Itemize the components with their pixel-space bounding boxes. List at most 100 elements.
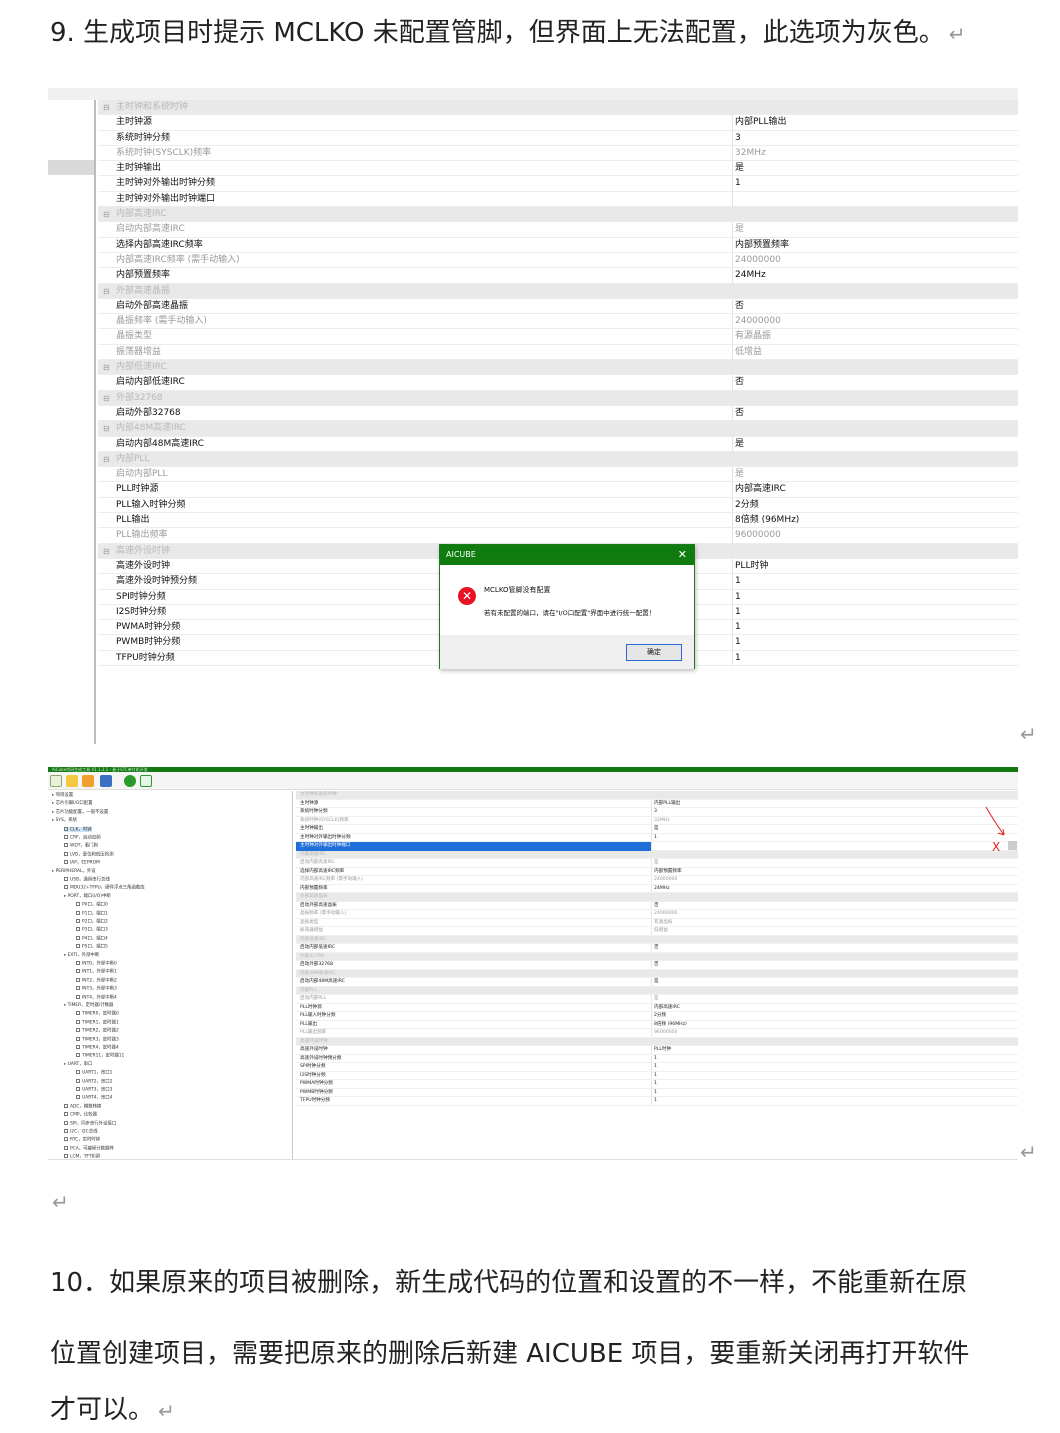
- property-value[interactable]: 2分频: [654, 1012, 666, 1021]
- property-value[interactable]: 2分频: [735, 498, 759, 513]
- tree-item[interactable]: INT1，外部中断1: [76, 969, 117, 975]
- property-value[interactable]: 1: [654, 1063, 657, 1072]
- property-value[interactable]: 1: [735, 635, 741, 650]
- property-value[interactable]: 96000000: [735, 528, 781, 543]
- checkbox[interactable]: [76, 1095, 80, 1100]
- tree-item[interactable]: TIMER2，定时器2: [76, 1028, 119, 1034]
- property-value[interactable]: 有源晶振: [735, 329, 771, 344]
- property-row[interactable]: 内部高速IRC频率 (需手动输入) 24000000: [296, 876, 1018, 885]
- ok-button[interactable]: 确定: [626, 644, 682, 661]
- tree-item[interactable]: INT3，外部中断3: [76, 986, 117, 992]
- property-value[interactable]: 内部高速IRC: [654, 1004, 680, 1013]
- property-value[interactable]: 1: [654, 1055, 657, 1064]
- collapse-icon[interactable]: ⊟: [103, 544, 110, 559]
- property-row[interactable]: 启动内部PLL 是: [296, 995, 1018, 1004]
- tree-item[interactable]: P3口，端口3: [76, 927, 108, 933]
- property-row[interactable]: PLL输出频率 96000000: [98, 528, 1018, 544]
- checkbox[interactable]: [64, 1112, 68, 1117]
- property-value[interactable]: 24000000: [654, 876, 677, 885]
- tree-item[interactable]: UART2，串口2: [76, 1078, 112, 1084]
- property-value[interactable]: 低增益: [735, 345, 762, 360]
- checkbox[interactable]: [64, 1103, 68, 1108]
- property-row[interactable]: 系统时钟(SYSCLK)频率 32MHz: [98, 145, 1018, 162]
- property-row[interactable]: 选择内部高速IRC频率 内部预置频率: [98, 237, 1018, 253]
- tree-item[interactable]: P0口，端口0: [76, 902, 108, 908]
- tree-item[interactable]: ▸ PORT，端口(I/O)中断: [64, 894, 111, 899]
- property-value[interactable]: 1: [735, 651, 741, 666]
- close-icon[interactable]: ✕: [678, 545, 687, 565]
- property-value[interactable]: 内部PLL输出: [735, 115, 786, 130]
- tree-item[interactable]: ▸ 项目设置: [52, 793, 73, 798]
- checkbox[interactable]: [64, 1120, 68, 1125]
- property-value[interactable]: 低增益: [654, 927, 668, 936]
- property-row[interactable]: 选择内部高速IRC频率 内部预置频率: [296, 867, 1018, 877]
- property-row[interactable]: 主时钟对外输出时钟分频 1: [296, 833, 1018, 843]
- checkbox[interactable]: [76, 994, 80, 999]
- checkbox[interactable]: [64, 860, 68, 865]
- checkbox[interactable]: [64, 885, 68, 890]
- checkbox[interactable]: [76, 977, 80, 982]
- property-row[interactable]: 启动外部32768 否: [98, 405, 1018, 422]
- property-value[interactable]: 24000000: [735, 314, 781, 329]
- tree-item[interactable]: ▸ SYS，系统: [52, 818, 77, 823]
- checkbox[interactable]: [76, 1078, 80, 1083]
- property-value[interactable]: 1: [654, 834, 657, 843]
- checkbox[interactable]: [76, 1087, 80, 1091]
- property-value[interactable]: 否: [654, 961, 659, 970]
- property-row[interactable]: 主时钟源 内部PLL输出: [98, 115, 1018, 131]
- tree-item[interactable]: ▸ PERIPHERAL，外设: [52, 869, 96, 874]
- checkbox[interactable]: [64, 835, 68, 839]
- tree-item[interactable]: IAP，EEPROM: [64, 860, 100, 866]
- property-row[interactable]: PWMB时钟分频 1: [296, 1088, 1018, 1097]
- tree-item[interactable]: UART1，串口1: [76, 1070, 112, 1076]
- checkbox[interactable]: [76, 1019, 80, 1024]
- property-row[interactable]: 系统时钟(SYSCLK)频率 32MHz: [296, 816, 1018, 825]
- property-row[interactable]: 启动内部低速IRC 否: [296, 944, 1018, 953]
- property-value[interactable]: 32MHz: [735, 146, 766, 161]
- property-row[interactable]: PLL输出 8倍频 (96MHz): [296, 1020, 1018, 1030]
- collapse-icon[interactable]: ⊟: [103, 284, 110, 299]
- property-row[interactable]: PLL输出 8倍频 (96MHz): [98, 513, 1018, 529]
- property-row[interactable]: 晶振频率 (需手动输入) 24000000: [98, 314, 1018, 330]
- tree-item[interactable]: TIMER1，定时器1: [76, 1019, 119, 1025]
- property-row[interactable]: 启动外部高速晶振 否: [98, 298, 1018, 315]
- property-value[interactable]: PLL时钟: [735, 559, 768, 574]
- property-value[interactable]: 24MHz: [654, 885, 670, 894]
- tree-item[interactable]: P4口，端口4: [76, 935, 108, 941]
- tree-item[interactable]: ▸ 芯片引脚I/O口配置: [52, 801, 93, 806]
- property-row[interactable]: PLL输入时钟分频 2分频: [296, 1012, 1018, 1021]
- tree-item[interactable]: TIMER4，定时器4: [76, 1045, 119, 1051]
- tree-item[interactable]: CLK，时钟: [64, 826, 92, 833]
- property-row[interactable]: 系统时钟分频 3: [98, 130, 1018, 146]
- tree-item[interactable]: TIMER3，定时器3: [76, 1036, 119, 1042]
- property-row[interactable]: 启动内部高速IRC 是: [296, 859, 1018, 868]
- property-value[interactable]: 是: [735, 161, 744, 176]
- tree-item[interactable]: INT2，外部中断2: [76, 977, 117, 983]
- checkbox[interactable]: [76, 944, 80, 949]
- tree-item[interactable]: CMP，比较器: [64, 1112, 97, 1118]
- checkbox[interactable]: [76, 961, 80, 965]
- property-value[interactable]: 1: [654, 1080, 657, 1089]
- tree-item[interactable]: USB，通用串行总线: [64, 877, 110, 883]
- checkbox[interactable]: [76, 1011, 80, 1016]
- property-value[interactable]: 1: [654, 1072, 657, 1081]
- property-value[interactable]: 是: [654, 978, 659, 987]
- property-value[interactable]: 内部预置频率: [654, 868, 682, 877]
- checkbox[interactable]: [64, 877, 68, 881]
- property-value[interactable]: 24000000: [735, 253, 781, 268]
- property-value[interactable]: PLL时钟: [654, 1046, 671, 1055]
- checkbox[interactable]: [64, 826, 68, 831]
- property-value[interactable]: 8倍频 (96MHz): [654, 1021, 687, 1030]
- property-row[interactable]: TFPU时钟分频 1: [296, 1097, 1018, 1106]
- checkbox[interactable]: [76, 935, 80, 940]
- tree-item[interactable]: INT0，外部中断0: [76, 961, 117, 967]
- checkbox[interactable]: [76, 1053, 80, 1058]
- tree-item[interactable]: ▸ 芯片功能配置，一般不设置: [52, 810, 108, 815]
- tree-item[interactable]: ▸ EXTI，外部中断: [64, 953, 99, 958]
- tree-item[interactable]: UART4，串口4: [76, 1095, 112, 1101]
- checkbox[interactable]: [76, 969, 80, 974]
- property-value[interactable]: 否: [735, 375, 744, 390]
- property-value[interactable]: 是: [654, 995, 659, 1004]
- checkbox[interactable]: [76, 1045, 80, 1049]
- property-row[interactable]: PLL输出频率 96000000: [296, 1029, 1018, 1038]
